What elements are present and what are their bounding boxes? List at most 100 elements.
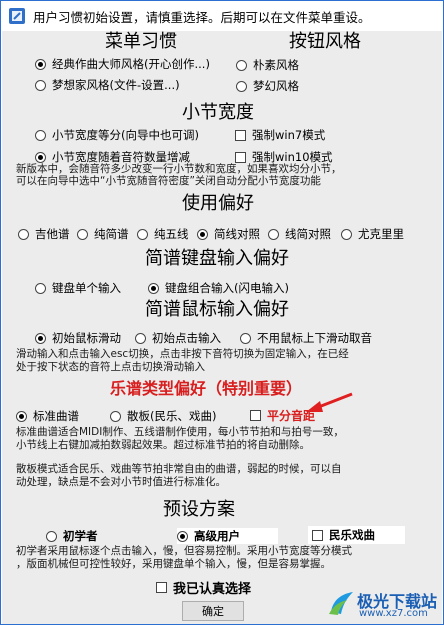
red-arrow-icon [306,392,353,412]
radio-dot [236,80,247,92]
radio-dot [268,228,279,240]
checkbox-label: 强制win7模式 [252,128,326,142]
radio-dot [35,332,46,344]
radio-dot [110,410,121,422]
mouse-note-line-1: 滑动输入和点击输入esc切换，点击非按下音符切换为固定输入，在已经 [16,348,349,360]
radio-label: 高级用户 [194,529,240,543]
check-preset-folk[interactable]: 民乐戏曲 [308,526,405,544]
checkbox-label: 民乐戏曲 [329,528,375,542]
radio-menu-dreamer[interactable]: 梦想家风格(文件-设置...) [35,77,180,93]
checkbox-box [235,151,246,163]
usage-heading: 使用偏好 [182,193,254,214]
radio-dot [35,151,46,163]
radio-dot [35,282,46,294]
checkbox-box [312,529,323,541]
radio-dot [16,410,27,422]
radio-preset-advanced[interactable]: 高级用户 [177,528,278,544]
radio-label: 键盘单个输入 [52,281,121,295]
watermark-logo: 极光下载站 www.xz7.com [325,582,443,624]
radio-label: 纯简谱 [94,227,129,241]
radio-measure-equal[interactable]: 小节宽度等分(向导中也可调) [35,127,199,143]
radio-dot [137,228,148,240]
app-icon [9,8,25,24]
radio-dot [236,59,247,71]
window-title: 用户习惯初始设置，请慎重选择。后期可以在文件菜单重设。 [33,9,371,25]
button-style-heading: 按钮风格 [289,31,361,52]
radio-usage-xianjian[interactable]: 线简对照 [268,226,331,242]
radio-label: 不用鼠标上下滑动取音 [257,331,372,345]
radio-label: 初始点击输入 [152,331,221,345]
radio-mouse-click[interactable]: 初始点击输入 [135,330,221,346]
check-confirmed[interactable]: 我已认真选择 [156,578,251,597]
menu-habit-heading: 菜单习惯 [105,31,177,52]
mouse-note-line-2: 处于按下状态的音符上点击切换滑动输入 [16,361,205,373]
radio-usage-staff[interactable]: 纯五线 [137,226,189,242]
mouse-input-heading: 简谱鼠标输入偏好 [145,299,289,320]
watermark-url: www.xz7.com [359,608,428,619]
score-note2-line-1: 散板模式适合民乐、戏曲等节拍非常自由的曲谱，弱起的时候，可以自 [16,463,342,475]
radio-label: 朴素风格 [253,58,299,72]
settings-panel: 菜单习惯 按钮风格 经典作曲大师风格(开心创作...) 梦想家风格(文件-设置.… [2,31,442,624]
radio-usage-jianpu[interactable]: 纯简谱 [77,226,129,242]
radio-dot [18,228,29,240]
radio-label: 初始鼠标滑动 [52,331,121,345]
radio-dot [240,332,251,344]
radio-dot [77,228,88,240]
radio-dot [197,228,208,240]
radio-score-standard[interactable]: 标准曲谱 [16,408,79,424]
radio-label: 简线对照 [214,227,260,241]
ok-button[interactable]: 确定 [182,601,244,621]
aurora-logo-icon [329,592,353,615]
score-note2-line-2: 动处理，缺点是不会对小节时值进行标准化。 [16,476,226,488]
settings-window: 用户习惯初始设置，请慎重选择。后期可以在文件菜单重设。 菜单习惯 按钮风格 经典… [0,0,444,625]
radio-usage-jianxian[interactable]: 简线对照 [197,226,260,242]
title-bar: 用户习惯初始设置，请慎重选择。后期可以在文件菜单重设。 [1,1,443,31]
score-note1-line-2: 小节线上右键加减拍数弱起效果。超过标准节拍的将自动删除。 [16,439,310,451]
radio-keyboard-combo[interactable]: 键盘组合输入(闪电输入) [148,280,289,296]
measure-width-heading: 小节宽度 [182,102,254,123]
radio-usage-guitar[interactable]: 吉他谱 [18,226,70,242]
checkbox-box [235,129,246,141]
preset-note-line-1: 初学者采用鼠标逐个点击输入，慢，但容易控制。采用小节宽度等分模式 [16,545,352,557]
preset-note-line-2: ，版面机械但可控性较好，采用键盘单个输入，慢，但是容易掌握。 [16,558,331,570]
keyboard-input-heading: 简谱键盘输入偏好 [145,248,289,269]
radio-label: 吉他谱 [35,227,70,241]
check-win7[interactable]: 强制win7模式 [235,127,325,143]
radio-label: 梦幻风格 [253,79,299,93]
radio-dot [148,282,159,294]
radio-dot [46,530,57,542]
score-type-heading: 乐谱类型偏好（特别重要） [110,379,303,398]
measure-note-line-2: 可以在向导中选中“小节宽随音符密度”关闭自动分配小节宽度功能 [16,175,321,187]
radio-label: 键盘组合输入(闪电输入) [165,281,289,295]
radio-label: 经典作曲大师风格(开心创作...) [52,57,210,71]
radio-usage-ukulele[interactable]: 尤克里里 [341,226,404,242]
radio-button-plain[interactable]: 朴素风格 [236,57,299,73]
preset-heading: 预设方案 [163,499,235,520]
radio-label: 线简对照 [285,227,331,241]
radio-mouse-none[interactable]: 不用鼠标上下滑动取音 [240,330,372,346]
checkbox-box [250,410,261,421]
radio-label: 梦想家风格(文件-设置...) [52,78,180,92]
radio-label: 小节宽度等分(向导中也可调) [52,128,199,142]
radio-button-fancy[interactable]: 梦幻风格 [236,78,299,94]
radio-menu-classic[interactable]: 经典作曲大师风格(开心创作...) [35,56,210,72]
radio-keyboard-single[interactable]: 键盘单个输入 [35,280,121,296]
radio-label: 散板(民乐、戏曲) [127,409,217,423]
radio-dot [35,129,46,141]
radio-label: 尤克里里 [358,227,404,241]
radio-dot [35,79,46,91]
radio-mouse-slide[interactable]: 初始鼠标滑动 [35,330,121,346]
radio-label: 标准曲谱 [33,409,79,423]
checkbox-box [156,582,167,593]
radio-label: 初学者 [63,529,98,543]
radio-preset-beginner[interactable]: 初学者 [46,528,98,544]
radio-dot [35,58,46,70]
radio-dot [341,228,352,240]
radio-dot [135,332,146,344]
radio-dot [177,530,188,542]
measure-note-line-1: 新版本中，会随音符多少改变一行小节数和宽度，如果喜欢均分小节， [16,163,342,175]
radio-score-free[interactable]: 散板(民乐、戏曲) [110,408,216,424]
radio-label: 纯五线 [154,227,189,241]
score-note1-line-1: 标准曲谱适合MIDI制作、五线谱制作使用，每小节节拍和与拍号一致， [16,426,344,438]
checkbox-label: 我已认真选择 [173,582,252,597]
